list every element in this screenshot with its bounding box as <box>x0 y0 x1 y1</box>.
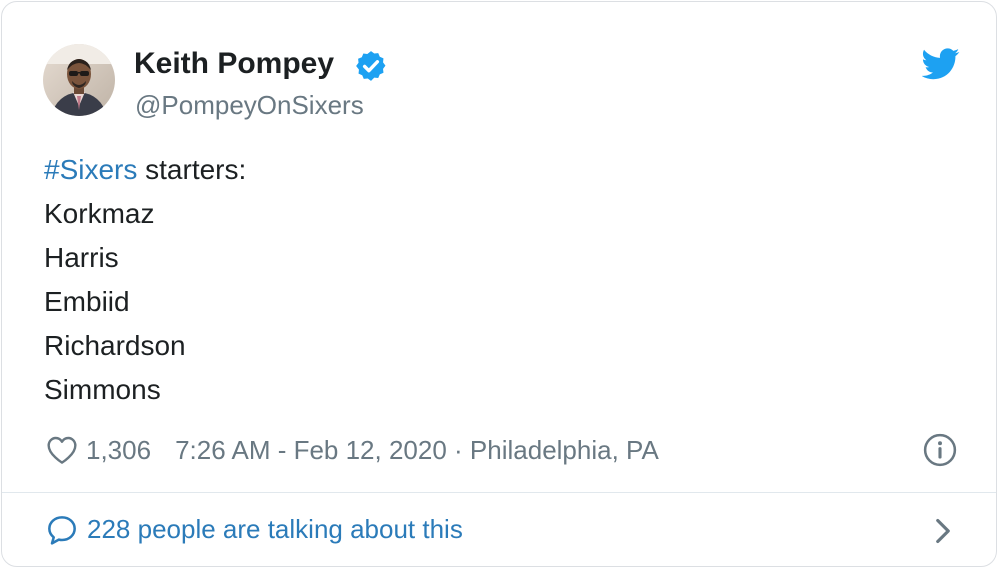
conversation-link[interactable]: 228 people are talking about this <box>2 493 996 566</box>
heart-icon[interactable] <box>46 435 78 465</box>
chevron-right-icon[interactable] <box>932 517 954 545</box>
tweet-line: Richardson <box>44 330 186 361</box>
like-count[interactable]: 1,306 <box>86 435 151 466</box>
tweet-line: Harris <box>44 242 119 273</box>
tweet-meta: 1,306 7:26 AM - Feb 12, 2020 · Philadelp… <box>46 430 659 470</box>
tweet-intro-line: #Sixers starters: <box>44 148 246 192</box>
author-name[interactable]: Keith Pompey <box>134 46 334 82</box>
tweet-line: Embiid <box>44 286 130 317</box>
author-handle[interactable]: @PompeyOnSixers <box>135 88 364 122</box>
info-icon[interactable] <box>923 433 957 467</box>
tweet-intro: starters: <box>137 154 247 185</box>
tweet-card[interactable]: Keith Pompey @PompeyOnSixers #Sixers sta… <box>1 1 997 567</box>
avatar[interactable] <box>43 44 115 116</box>
tweet-text: #Sixers starters: Korkmaz Harris Embiid … <box>44 148 246 412</box>
tweet-line: Korkmaz <box>44 198 155 229</box>
people-talking-text[interactable]: 228 people are talking about this <box>87 511 463 547</box>
tweet-line: Simmons <box>44 374 161 405</box>
tweet-timestamp[interactable]: 7:26 AM - Feb 12, 2020 · Philadelphia, P… <box>175 435 659 466</box>
twitter-bird-icon[interactable] <box>922 48 960 80</box>
hashtag-link[interactable]: #Sixers <box>44 154 137 185</box>
speech-bubble-icon <box>48 516 76 545</box>
verified-badge-icon <box>356 51 386 81</box>
